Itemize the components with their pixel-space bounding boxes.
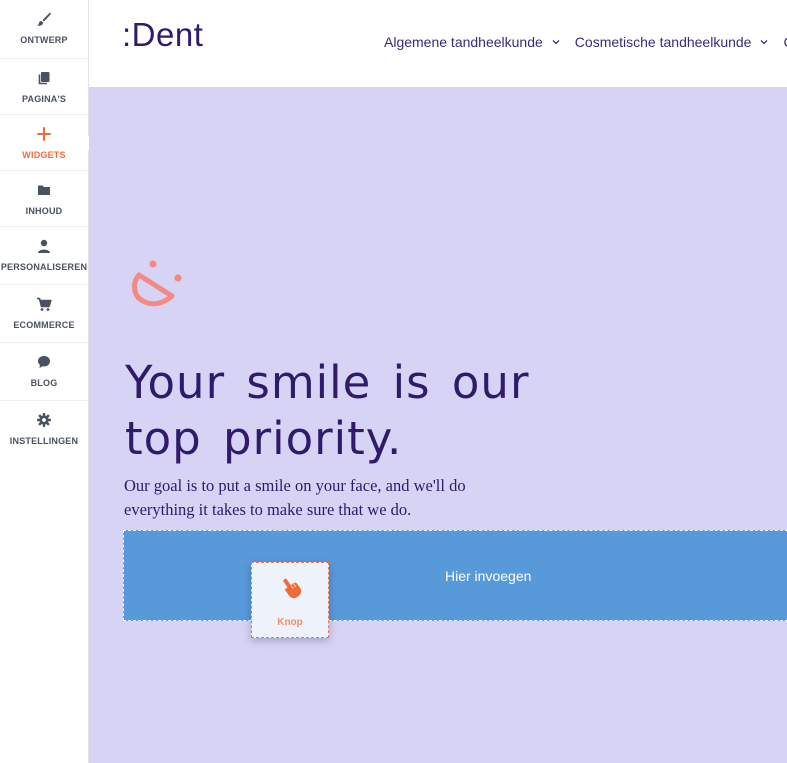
nav-item-truncated[interactable]: C bbox=[783, 34, 787, 50]
folder-icon bbox=[38, 185, 50, 195]
chevron-down-icon bbox=[552, 40, 560, 45]
sidebar-item-personaliseren[interactable]: PERSONALISEREN bbox=[0, 227, 88, 285]
editor-sidebar: ONTWERP PAGINA'S WIDGETS INHOUD PERSONAL… bbox=[0, 0, 89, 763]
sidebar-item-instellingen[interactable]: INSTELLINGEN bbox=[0, 401, 88, 459]
sidebar-item-label: BLOG bbox=[30, 378, 58, 388]
chevron-down-icon bbox=[761, 40, 768, 45]
nav-item-algemene-tandheelkunde[interactable]: Algemene tandheelkunde bbox=[384, 34, 561, 50]
nav-item-label: C bbox=[783, 34, 787, 50]
cart-icon bbox=[37, 297, 52, 311]
site-logo[interactable]: :Dent bbox=[122, 16, 203, 54]
sidebar-item-paginas[interactable]: PAGINA'S bbox=[0, 59, 88, 115]
gear-icon bbox=[37, 413, 51, 427]
sidebar-item-label: INHOUD bbox=[25, 206, 63, 216]
sidebar-item-ecommerce[interactable]: ECOMMERCE bbox=[0, 285, 88, 343]
site-nav: Algemene tandheelkunde Cosmetische tandh… bbox=[384, 34, 787, 50]
site-header: :Dent Algemene tandheelkunde Cosmetische… bbox=[89, 0, 787, 87]
nav-item-label: Cosmetische tandheelkunde bbox=[574, 34, 752, 50]
sidebar-item-blog[interactable]: BLOG bbox=[0, 343, 88, 401]
sidebar-item-label: PAGINA'S bbox=[21, 94, 67, 104]
sidebar-item-label: PERSONALISEREN bbox=[0, 262, 88, 272]
plus-icon bbox=[37, 127, 51, 141]
pointing-hand-icon bbox=[283, 578, 302, 599]
hero-title: Your smile is our top priority. bbox=[125, 356, 530, 465]
chat-bubble-icon bbox=[38, 356, 50, 368]
hero-section: Your smile is our top priority. Our goal… bbox=[89, 87, 787, 763]
smile-logo-icon bbox=[132, 260, 182, 307]
sidebar-item-ontwerp[interactable]: ONTWERP bbox=[0, 0, 88, 59]
nav-item-cosmetische-tandheelkunde[interactable]: Cosmetische tandheelkunde bbox=[575, 34, 770, 50]
widget-label: Knop bbox=[277, 617, 303, 628]
brush-icon bbox=[37, 12, 51, 26]
sidebar-item-label: ONTWERP bbox=[20, 35, 68, 45]
hero-text: Our goal is to put a smile on your face,… bbox=[124, 476, 466, 519]
dragged-button-widget[interactable]: Knop bbox=[251, 562, 329, 638]
sidebar-item-label: INSTELLINGEN bbox=[9, 436, 79, 446]
pages-icon bbox=[38, 72, 50, 85]
dropzone-label: Hier invoegen bbox=[445, 568, 532, 584]
sidebar-item-label: ECOMMERCE bbox=[13, 320, 75, 330]
insert-dropzone[interactable]: Hier invoegen bbox=[123, 530, 787, 621]
person-icon bbox=[38, 239, 50, 253]
sidebar-item-label: WIDGETS bbox=[22, 150, 66, 160]
sidebar-item-widgets[interactable]: WIDGETS bbox=[0, 115, 88, 171]
nav-item-label: Algemene tandheelkunde bbox=[384, 34, 543, 50]
sidebar-item-inhoud[interactable]: INHOUD bbox=[0, 171, 88, 227]
